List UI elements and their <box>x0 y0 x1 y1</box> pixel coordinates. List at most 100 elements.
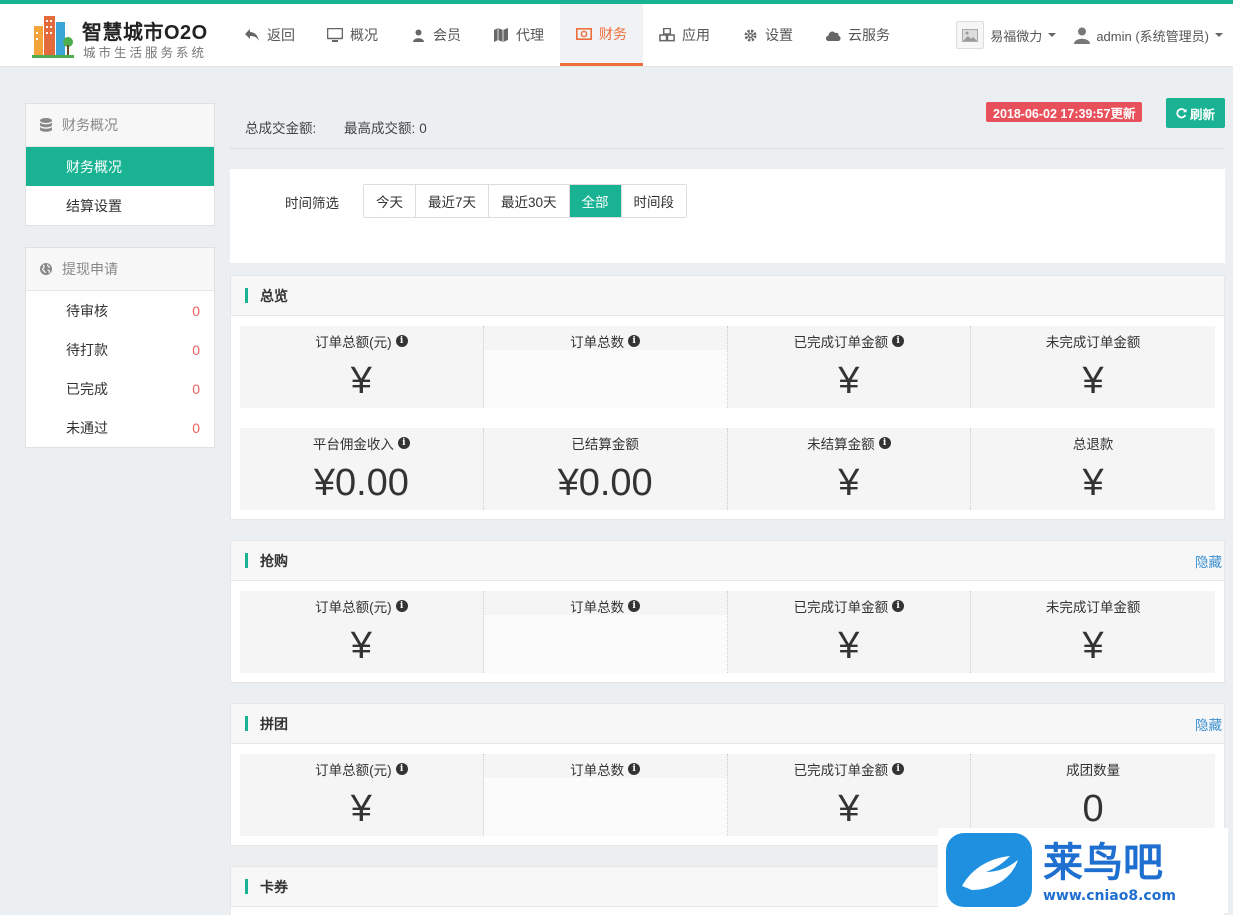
user-icon <box>410 27 426 43</box>
filter-7days-button[interactable]: 最近7天 <box>416 185 490 217</box>
info-icon[interactable]: i <box>395 600 408 612</box>
stat-value: ¥ <box>838 788 860 830</box>
flash-sale-hide-link[interactable]: 隐藏 <box>1195 551 1224 571</box>
sidebar-withdraw-head: 提现申请 <box>26 248 214 291</box>
stat-order-total: 订单总额(元) i ¥ <box>240 591 484 673</box>
updated-badge: 2018-06-02 17:39:57更新 <box>986 102 1143 122</box>
divider <box>230 148 1225 149</box>
stat-order-total: 订单总额(元) i ¥ <box>240 754 484 836</box>
info-icon[interactable]: i <box>892 600 905 612</box>
stat-value: ¥ <box>1082 625 1104 667</box>
max-amount: 最高成交额: 0 <box>344 121 427 136</box>
info-icon[interactable]: i <box>892 763 905 775</box>
count-badge: 0 <box>192 302 200 319</box>
nav-agents[interactable]: 代理 <box>477 4 560 66</box>
user-menu[interactable]: admin (系统管理员) <box>1074 26 1223 45</box>
stat-order-count: 订单总数 i <box>483 591 728 673</box>
refresh-icon <box>1176 107 1187 119</box>
group-buy-title: 拼团 <box>245 714 288 734</box>
group-buy-card-head: 拼团 隐藏 <box>231 704 1224 744</box>
chevron-down-icon <box>1215 33 1223 37</box>
gear-icon <box>742 27 758 43</box>
filter-all-button[interactable]: 全部 <box>569 185 622 217</box>
stat-order-count: 订单总数 i <box>483 754 728 836</box>
globe-icon <box>40 263 52 275</box>
time-filter-label: 时间筛选 <box>285 196 339 211</box>
nav-members[interactable]: 会员 <box>394 4 477 66</box>
stat-value: ¥ <box>838 462 860 504</box>
sidebar-item-pending-review[interactable]: 待审核 0 <box>26 291 214 330</box>
top-navbar: 智慧城市O2O 城市生活服务系统 返回 概况 会员 代理 财务 应用 设置 云服… <box>0 0 1233 67</box>
site-switcher[interactable]: 易福微力 <box>956 21 1057 49</box>
overview-row-1: 订单总额(元) i ¥ 订单总数 i 已完成订单金额 i ¥ 未完成订单金额 ¥ <box>240 326 1215 408</box>
stat-uncompleted-amount: 未完成订单金额 ¥ <box>971 591 1215 673</box>
filter-today-button[interactable]: 今天 <box>364 185 416 217</box>
info-icon[interactable]: i <box>628 335 641 347</box>
info-icon[interactable]: i <box>628 763 641 775</box>
stat-commission-income: 平台佣金收入 i ¥0.00 <box>240 428 484 510</box>
sidebar-item-pending-payment[interactable]: 待打款 0 <box>26 330 214 369</box>
info-icon[interactable]: i <box>395 335 408 347</box>
nav-apps[interactable]: 应用 <box>643 4 726 66</box>
stat-unsettled-amount: 未结算金额 i ¥ <box>727 428 972 510</box>
watermark-logo: 莱鸟吧 www.cniao8.com <box>938 828 1228 913</box>
stat-uncompleted-amount: 未完成订单金额 ¥ <box>971 326 1215 408</box>
group-buy-card: 拼团 隐藏 订单总额(元) i ¥ 订单总数 i 已完成订单金额 i ¥ 成团数量 0 <box>230 703 1225 846</box>
sidebar-item-settlement-settings[interactable]: 结算设置 <box>26 186 214 225</box>
stat-completed-amount: 已完成订单金额 i ¥ <box>727 326 972 408</box>
stat-value: ¥ <box>1082 462 1104 504</box>
sidebar-finance: 财务概况 财务概况 结算设置 <box>25 103 215 226</box>
info-icon[interactable]: i <box>628 600 641 612</box>
filter-30days-button[interactable]: 最近30天 <box>489 185 570 217</box>
info-icon[interactable]: i <box>878 437 891 449</box>
account-area: 易福微力 admin (系统管理员) <box>938 4 1223 66</box>
monitor-icon <box>327 27 343 43</box>
cubes-icon <box>659 27 675 43</box>
nav-settings[interactable]: 设置 <box>726 4 809 66</box>
nav-overview[interactable]: 概况 <box>311 4 394 66</box>
stat-value: ¥0.00 <box>313 462 409 504</box>
stat-value: ¥ <box>350 360 372 402</box>
user-icon <box>1074 27 1091 44</box>
stat-completed-amount: 已完成订单金额 i ¥ <box>727 591 972 673</box>
summary-stats: 总成交金额: 最高成交额: 0 <box>245 117 451 137</box>
nav-back[interactable]: 返回 <box>228 4 311 66</box>
filter-range-button[interactable]: 时间段 <box>621 185 687 217</box>
flash-sale-grid: 订单总额(元) i ¥ 订单总数 i 已完成订单金额 i ¥ 未完成订单金额 ¥ <box>231 581 1224 683</box>
chevron-down-icon <box>1048 33 1057 37</box>
info-icon[interactable]: i <box>892 335 905 347</box>
reply-icon <box>244 27 260 43</box>
overview-card-head: 总览 <box>231 276 1224 316</box>
stat-completed-amount: 已完成订单金额 i ¥ <box>727 754 972 836</box>
group-buy-hide-link[interactable]: 隐藏 <box>1195 714 1224 734</box>
brand-logo[interactable]: 智慧城市O2O 城市生活服务系统 <box>30 10 220 62</box>
svg-text:www.cniao8.com: www.cniao8.com <box>1043 888 1176 904</box>
count-badge: 0 <box>192 380 200 397</box>
info-icon[interactable]: i <box>397 437 410 449</box>
count-badge: 0 <box>192 341 200 358</box>
nav-cloud[interactable]: 云服务 <box>809 4 906 66</box>
svg-text:莱鸟吧: 莱鸟吧 <box>1043 839 1163 886</box>
overview-card: 总览 订单总额(元) i ¥ 订单总数 i 已完成订单金额 i ¥ 未完成订单金额 ¥… <box>230 275 1225 520</box>
stat-value: ¥ <box>350 625 372 667</box>
sidebar-withdraw: 提现申请 待审核 0 待打款 0 已完成 0 未通过 0 <box>25 247 215 448</box>
sidebar-item-rejected[interactable]: 未通过 0 <box>26 408 214 447</box>
database-icon <box>40 118 52 132</box>
overview-row-2: 平台佣金收入 i ¥0.00 已结算金额 ¥0.00 未结算金额 i ¥ 总退款 ¥ <box>240 428 1215 510</box>
sidebar-item-finance-overview[interactable]: 财务概况 <box>26 147 214 186</box>
info-icon[interactable]: i <box>395 763 408 775</box>
stat-value: ¥ <box>838 360 860 402</box>
flash-sale-title: 抢购 <box>245 551 288 571</box>
bird-logo-icon: 莱鸟吧 www.cniao8.com <box>946 833 1176 907</box>
flash-sale-card: 抢购 隐藏 订单总额(元) i ¥ 订单总数 i 已完成订单金额 i ¥ 未完成订单金… <box>230 540 1225 683</box>
sidebar-finance-head: 财务概况 <box>26 104 214 147</box>
cloud-icon <box>825 27 841 43</box>
nav-finance[interactable]: 财务 <box>560 4 643 66</box>
stat-settled-amount: 已结算金额 ¥0.00 <box>483 428 728 510</box>
overview-grid: 订单总额(元) i ¥ 订单总数 i 已完成订单金额 i ¥ 未完成订单金额 ¥ 平台… <box>231 316 1224 520</box>
sidebar-item-completed[interactable]: 已完成 0 <box>26 369 214 408</box>
brand-subtitle: 城市生活服务系统 <box>83 46 208 60</box>
refresh-button[interactable]: 刷新 <box>1166 98 1225 128</box>
money-icon <box>576 26 592 42</box>
stat-value: ¥0.00 <box>557 462 653 504</box>
